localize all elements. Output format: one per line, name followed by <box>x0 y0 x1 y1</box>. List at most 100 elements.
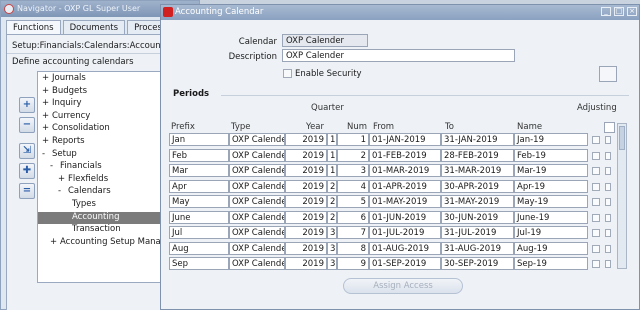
from-cell[interactable]: 01-FEB-2019 <box>369 148 441 162</box>
type-cell[interactable]: OXP Calender <box>229 257 285 270</box>
to-cell[interactable]: 31-MAY-2019 <box>441 195 514 208</box>
calendar-field[interactable]: OXP Calender <box>282 34 368 47</box>
type-cell[interactable]: OXP Calender <box>229 179 285 193</box>
name-cell[interactable]: Jan-19 <box>514 133 588 146</box>
year-cell[interactable]: 2019 <box>285 257 327 270</box>
row-flexfield-box[interactable] <box>605 151 611 160</box>
adjusting-checkbox[interactable] <box>592 167 600 175</box>
prefix-cell[interactable]: Sep <box>169 257 229 270</box>
from-cell[interactable]: 01-SEP-2019 <box>369 257 441 270</box>
year-cell[interactable]: 2019 <box>285 164 327 177</box>
row-flexfield-box[interactable] <box>605 182 611 191</box>
tree-expander[interactable]: + <box>42 73 52 83</box>
tree-expander[interactable]: + <box>50 237 60 247</box>
year-cell[interactable]: 2019 <box>285 179 327 193</box>
row-flexfield-box[interactable] <box>605 167 611 175</box>
num-cell[interactable]: 2 <box>337 148 369 162</box>
expand-all-icon[interactable]: ✚ <box>19 163 35 179</box>
to-cell[interactable]: 31-AUG-2019 <box>441 241 514 255</box>
num-cell[interactable]: 6 <box>337 210 369 224</box>
adjusting-checkbox[interactable] <box>592 229 600 237</box>
type-cell[interactable]: OXP Calender <box>229 226 285 239</box>
adjusting-checkbox[interactable] <box>592 213 600 222</box>
quarter-cell[interactable]: 3 <box>327 257 337 270</box>
num-cell[interactable]: 9 <box>337 257 369 270</box>
collapse-all-icon[interactable]: = <box>19 183 35 199</box>
name-cell[interactable]: Feb-19 <box>514 148 588 162</box>
from-cell[interactable]: 01-MAR-2019 <box>369 164 441 177</box>
num-cell[interactable]: 3 <box>337 164 369 177</box>
adjusting-checkbox[interactable] <box>592 244 600 253</box>
to-cell[interactable]: 30-APR-2019 <box>441 179 514 193</box>
row-flexfield-box[interactable] <box>605 244 611 253</box>
calendar-title-bar[interactable]: Accounting Calendar _ □ × <box>161 5 639 20</box>
quarter-cell[interactable]: 3 <box>327 226 337 239</box>
num-cell[interactable]: 5 <box>337 195 369 208</box>
periods-scrollbar[interactable] <box>617 123 627 269</box>
num-cell[interactable]: 1 <box>337 133 369 146</box>
name-cell[interactable]: Mar-19 <box>514 164 588 177</box>
description-field[interactable]: OXP Calender <box>282 49 515 62</box>
type-cell[interactable]: OXP Calender <box>229 241 285 255</box>
tree-expander[interactable]: + <box>42 123 52 133</box>
name-cell[interactable]: May-19 <box>514 195 588 208</box>
from-cell[interactable]: 01-JUN-2019 <box>369 210 441 224</box>
from-cell[interactable]: 01-JAN-2019 <box>369 133 441 146</box>
type-cell[interactable]: OXP Calender <box>229 195 285 208</box>
to-cell[interactable]: 30-SEP-2019 <box>441 257 514 270</box>
year-cell[interactable]: 2019 <box>285 241 327 255</box>
descriptive-flexfield[interactable] <box>599 66 617 82</box>
tree-expander[interactable]: - <box>50 161 60 171</box>
maximize-icon[interactable]: □ <box>614 7 624 16</box>
quarter-cell[interactable]: 1 <box>327 148 337 162</box>
to-cell[interactable]: 31-JUL-2019 <box>441 226 514 239</box>
prefix-cell[interactable]: Mar <box>169 164 229 177</box>
quarter-cell[interactable]: 2 <box>327 195 337 208</box>
prefix-cell[interactable]: Aug <box>169 241 229 255</box>
adjusting-checkbox[interactable] <box>592 136 600 144</box>
quarter-cell[interactable]: 2 <box>327 210 337 224</box>
row-flexfield-box[interactable] <box>605 198 611 206</box>
year-cell[interactable]: 2019 <box>285 226 327 239</box>
num-cell[interactable]: 8 <box>337 241 369 255</box>
prefix-cell[interactable]: June <box>169 210 229 224</box>
year-cell[interactable]: 2019 <box>285 133 327 146</box>
tree-expander[interactable]: + <box>58 174 68 184</box>
tab-functions[interactable]: Functions <box>6 20 61 34</box>
row-flexfield-box[interactable] <box>605 136 611 144</box>
quarter-cell[interactable]: 2 <box>327 179 337 193</box>
tree-expander[interactable]: + <box>42 136 52 146</box>
type-cell[interactable]: OXP Calender <box>229 210 285 224</box>
to-cell[interactable]: 31-JAN-2019 <box>441 133 514 146</box>
row-flexfield-box[interactable] <box>605 213 611 222</box>
name-cell[interactable]: June-19 <box>514 210 588 224</box>
num-cell[interactable]: 7 <box>337 226 369 239</box>
tree-expander[interactable]: - <box>58 186 68 196</box>
type-cell[interactable]: OXP Calender <box>229 133 285 146</box>
from-cell[interactable]: 01-APR-2019 <box>369 179 441 193</box>
name-cell[interactable]: Sep-19 <box>514 257 588 270</box>
row-flexfield-box[interactable] <box>605 229 611 237</box>
year-cell[interactable]: 2019 <box>285 210 327 224</box>
name-cell[interactable]: Aug-19 <box>514 241 588 255</box>
adjusting-checkbox[interactable] <box>592 198 600 206</box>
name-cell[interactable]: Apr-19 <box>514 179 588 193</box>
collapse-icon[interactable]: − <box>19 117 35 133</box>
quarter-cell[interactable]: 3 <box>327 241 337 255</box>
prefix-cell[interactable]: Jul <box>169 226 229 239</box>
adjusting-checkbox[interactable] <box>592 151 600 160</box>
to-cell[interactable]: 30-JUN-2019 <box>441 210 514 224</box>
quarter-cell[interactable]: 1 <box>327 164 337 177</box>
tree-expander[interactable]: + <box>42 98 52 108</box>
to-cell[interactable]: 31-MAR-2019 <box>441 164 514 177</box>
row-flexfield-box[interactable] <box>605 260 611 268</box>
tab-documents[interactable]: Documents <box>62 20 126 34</box>
prefix-cell[interactable]: Jan <box>169 133 229 146</box>
tree-expander[interactable]: + <box>42 111 52 121</box>
adjusting-checkbox[interactable] <box>592 260 600 268</box>
from-cell[interactable]: 01-JUL-2019 <box>369 226 441 239</box>
expand-branch-icon[interactable]: ⇲ <box>19 143 35 159</box>
adjusting-checkbox[interactable] <box>592 182 600 191</box>
type-cell[interactable]: OXP Calender <box>229 164 285 177</box>
year-cell[interactable]: 2019 <box>285 195 327 208</box>
